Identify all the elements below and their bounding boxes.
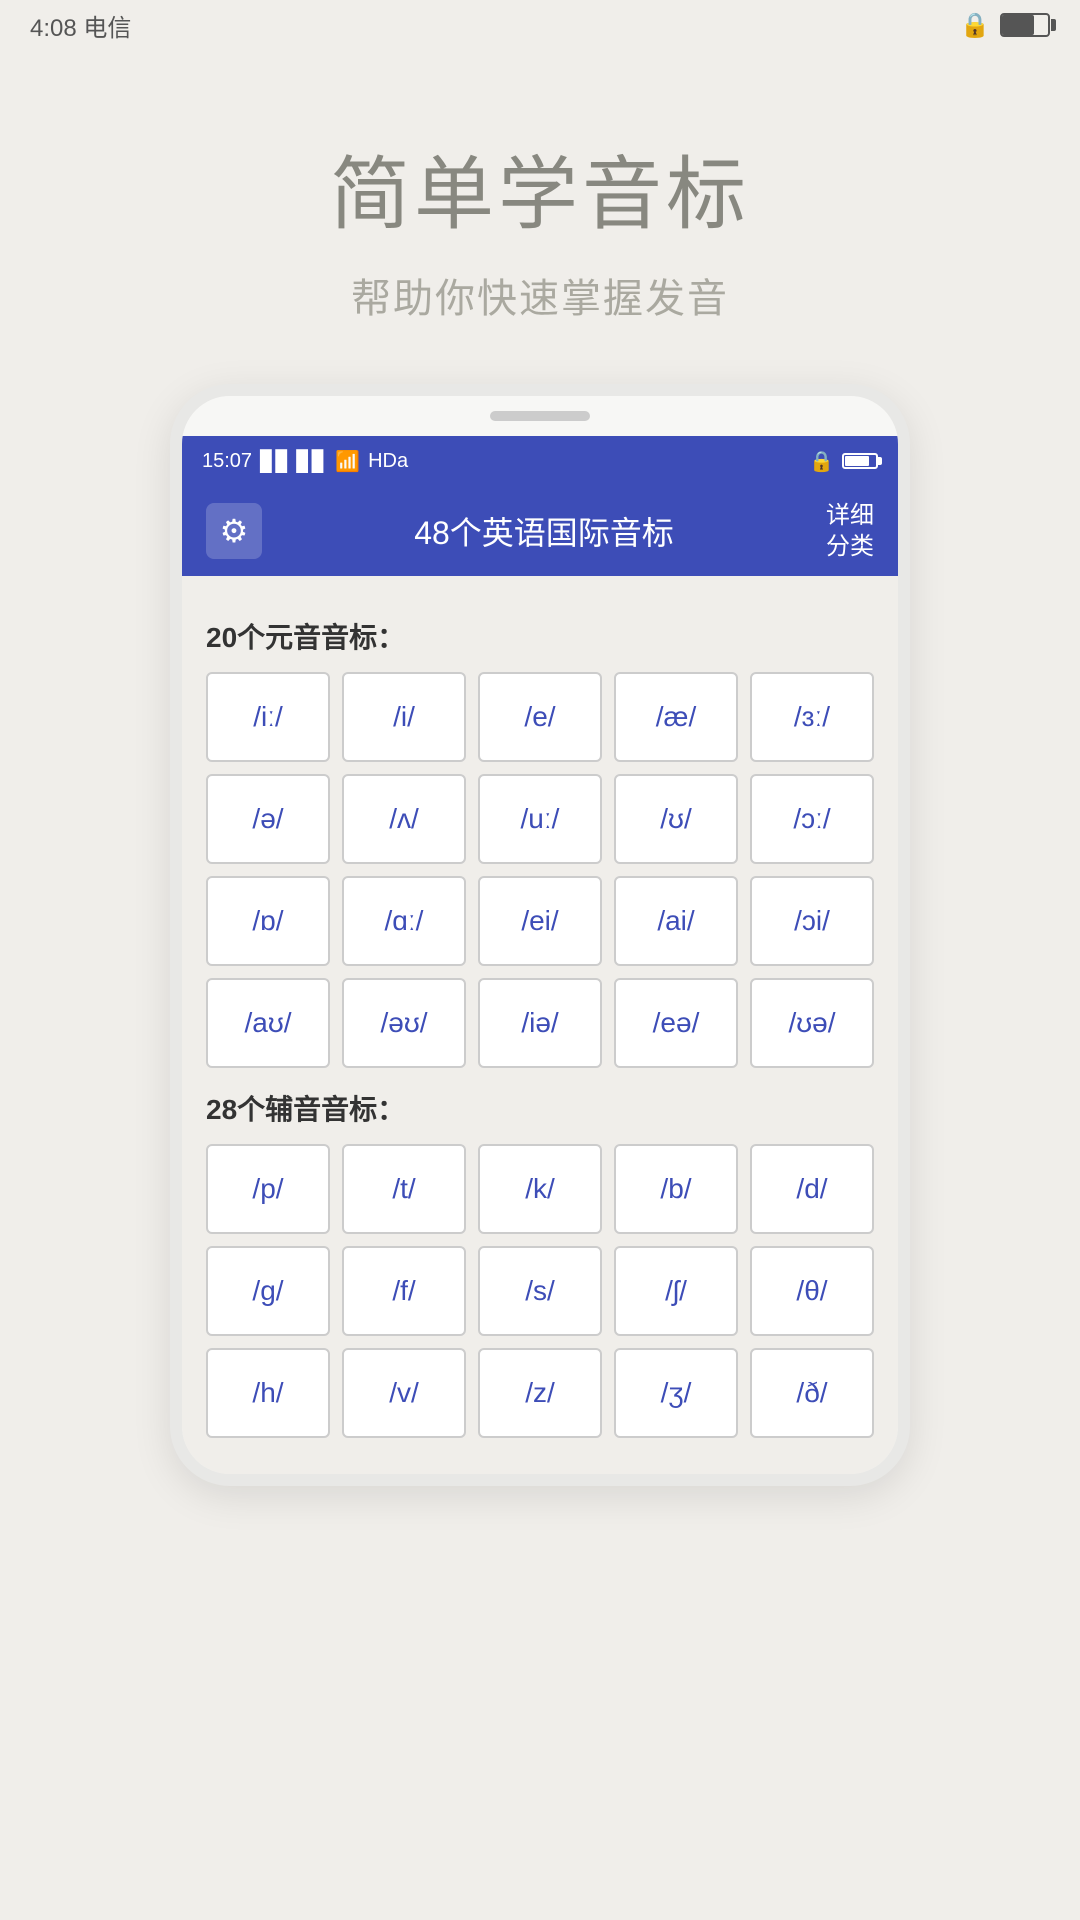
- settings-icon[interactable]: ⚙: [206, 503, 262, 559]
- vowel-cell[interactable]: /ɒ/: [206, 876, 330, 966]
- vowel-cell[interactable]: /ai/: [614, 876, 738, 966]
- app-title: 48个英语国际音标: [414, 508, 674, 554]
- inner-status-time: 15:07: [202, 450, 252, 473]
- outer-battery-icon: [1000, 13, 1050, 37]
- inner-wifi-icon: 📶: [335, 449, 360, 474]
- consonant-cell[interactable]: /k/: [478, 1144, 602, 1234]
- consonant-cell[interactable]: /p/: [206, 1144, 330, 1234]
- consonant-cell[interactable]: /v/: [342, 1348, 466, 1438]
- vowel-cell[interactable]: /uː/: [478, 774, 602, 864]
- phone-mockup: 15:07 ▊▊ ▊▊ 📶 HDa 🔒 ⚙ 48个英语国际音标 详细分类 20个…: [170, 384, 910, 1486]
- app-header-bar: ⚙ 48个英语国际音标 详细分类: [182, 486, 898, 576]
- vowel-cell[interactable]: /ʊə/: [750, 978, 874, 1068]
- inner-status-right: 🔒: [809, 449, 878, 474]
- inner-signal-icons: ▊▊ ▊▊: [260, 449, 327, 474]
- page-subtitle: 帮助你快速掌握发音: [330, 266, 750, 324]
- vowel-cell[interactable]: /ɜː/: [750, 672, 874, 762]
- vowel-cell[interactable]: /eə/: [614, 978, 738, 1068]
- vowel-cell[interactable]: /e/: [478, 672, 602, 762]
- consonant-cell[interactable]: /s/: [478, 1246, 602, 1336]
- app-header-detail-button[interactable]: 详细分类: [826, 500, 874, 562]
- consonant-grid: /p//t//k//b//d//g//f//s//ʃ//θ//h//v//z//…: [206, 1144, 874, 1438]
- vowel-cell[interactable]: /ɑː/: [342, 876, 466, 966]
- vowel-cell[interactable]: /ʊ/: [614, 774, 738, 864]
- consonant-cell[interactable]: /θ/: [750, 1246, 874, 1336]
- consonant-cell[interactable]: /h/: [206, 1348, 330, 1438]
- consonant-section-title: 28个辅音音标：: [206, 1088, 874, 1128]
- consonant-cell[interactable]: /b/: [614, 1144, 738, 1234]
- vowel-cell[interactable]: /iː/: [206, 672, 330, 762]
- page-title: 简单学音标: [330, 130, 750, 246]
- vowel-cell[interactable]: /ei/: [478, 876, 602, 966]
- consonant-cell[interactable]: /ʃ/: [614, 1246, 738, 1336]
- page-header: 简单学音标 帮助你快速掌握发音: [330, 130, 750, 324]
- vowel-cell[interactable]: /ʌ/: [342, 774, 466, 864]
- vowel-cell[interactable]: /aʊ/: [206, 978, 330, 1068]
- vowel-cell[interactable]: /iə/: [478, 978, 602, 1068]
- consonant-cell[interactable]: /d/: [750, 1144, 874, 1234]
- consonant-cell[interactable]: /g/: [206, 1246, 330, 1336]
- phone-speaker: [490, 411, 590, 421]
- outer-status-bar: 4:08 电信 🔒: [0, 0, 1080, 50]
- inner-lock-icon: 🔒: [809, 449, 834, 474]
- consonant-cell[interactable]: /ʒ/: [614, 1348, 738, 1438]
- phone-notch: [182, 396, 898, 436]
- vowel-grid: /iː//i//e//æ//ɜː/ /ə//ʌ//uː//ʊ//ɔː/ /ɒ//ɑː…: [206, 672, 874, 1068]
- vowel-cell[interactable]: /i/: [342, 672, 466, 762]
- vowel-cell[interactable]: /ɔː/: [750, 774, 874, 864]
- consonant-cell[interactable]: /t/: [342, 1144, 466, 1234]
- inner-status-bar: 15:07 ▊▊ ▊▊ 📶 HDa 🔒: [182, 436, 898, 486]
- outer-status-time: 4:08 电信: [30, 8, 131, 43]
- phone-content: 20个元音音标： /iː//i//e//æ//ɜː//ə//ʌ//uː//ʊ//…: [182, 576, 898, 1474]
- inner-battery-icon: [842, 453, 878, 469]
- vowel-cell[interactable]: /ə/: [206, 774, 330, 864]
- vowel-section-title: 20个元音音标：: [206, 616, 874, 656]
- consonant-cell[interactable]: /ð/: [750, 1348, 874, 1438]
- vowel-cell[interactable]: /əʊ/: [342, 978, 466, 1068]
- inner-hd-label: HDa: [368, 450, 408, 473]
- inner-status-left: 15:07 ▊▊ ▊▊ 📶 HDa: [202, 449, 408, 474]
- consonant-cell[interactable]: /z/: [478, 1348, 602, 1438]
- consonant-cell[interactable]: /f/: [342, 1246, 466, 1336]
- vowel-cell[interactable]: /ɔi/: [750, 876, 874, 966]
- vowel-cell[interactable]: /æ/: [614, 672, 738, 762]
- outer-status-right: 🔒: [960, 11, 1050, 40]
